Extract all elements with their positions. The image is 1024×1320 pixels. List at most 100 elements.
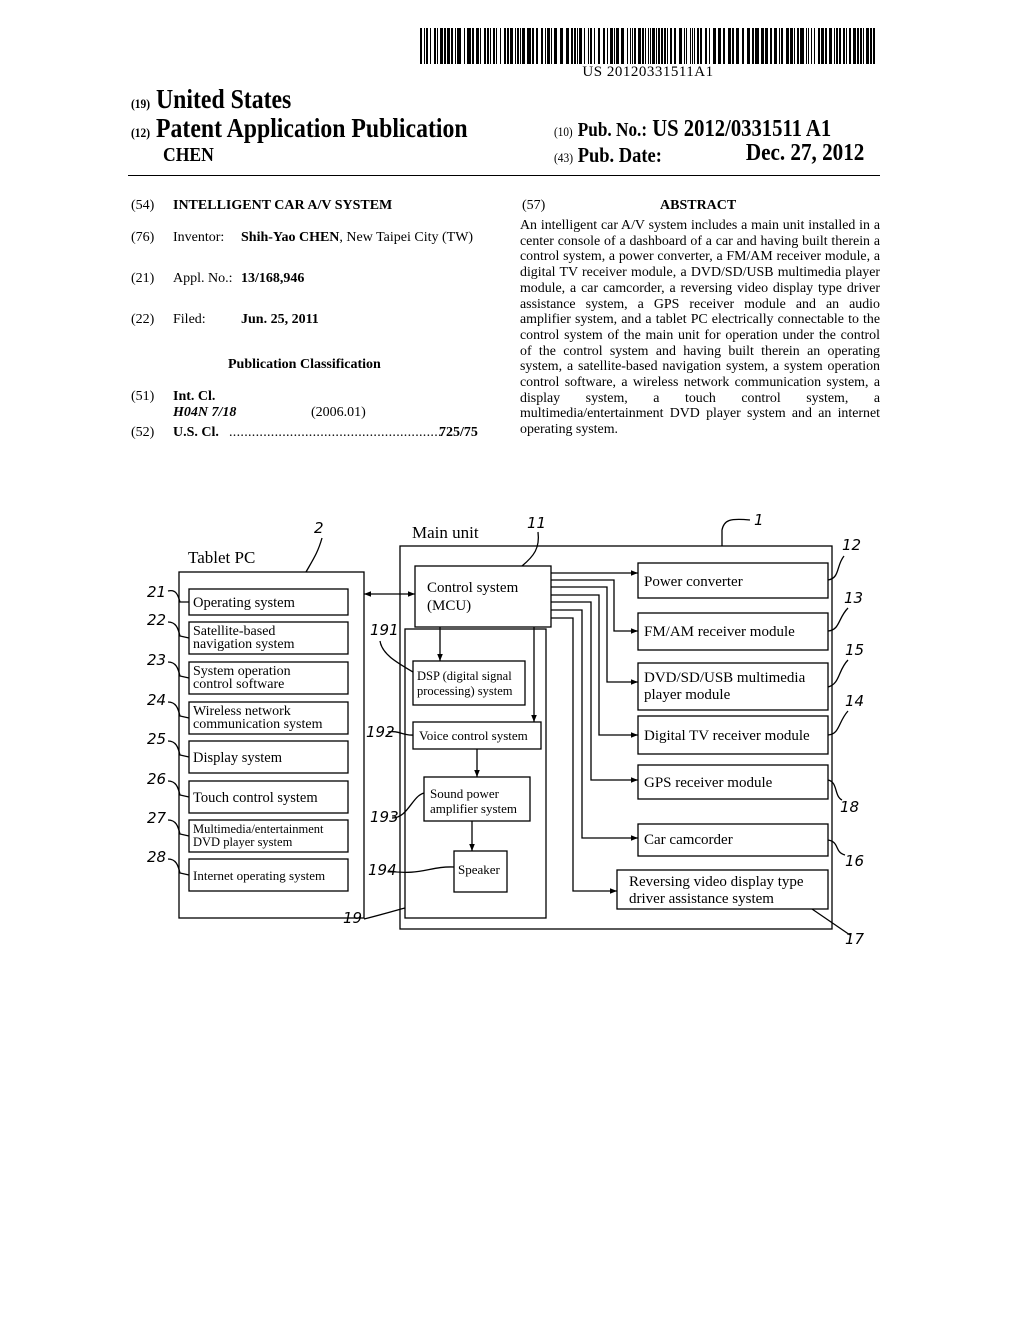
barcode-bar [437, 28, 438, 64]
barcode-bar [588, 28, 589, 64]
barcode-bar [781, 28, 783, 64]
barcode-bar [821, 28, 824, 64]
pub-no-label: Pub. No.: [577, 119, 648, 141]
barcode-bar [723, 28, 725, 64]
barcode-bar [566, 28, 569, 64]
barcode-bar [667, 28, 668, 64]
barcode-bar [686, 28, 687, 64]
barcode-bar [747, 28, 750, 64]
barcode-bar [857, 28, 859, 64]
uscl-value: 725/75 [439, 425, 478, 440]
barcode-bar [765, 28, 768, 64]
barcode-bar [480, 28, 481, 64]
module-label: Power converter [644, 574, 743, 590]
barcode-bar [645, 28, 646, 64]
control-system-box [414, 565, 552, 628]
barcode-bar [648, 28, 649, 64]
uscl-leader-dots: ........................................… [229, 425, 442, 440]
barcode-bar [574, 28, 576, 64]
uscl-label: U.S. Cl. [173, 425, 219, 440]
barcode-bar [752, 28, 754, 64]
barcode-bar [829, 28, 832, 64]
barcode-bar [846, 28, 847, 64]
leader-2 [305, 537, 323, 573]
ref-26: 26 [147, 770, 166, 788]
dsp-box [412, 660, 526, 706]
ref-28: 28 [147, 848, 166, 866]
control-system-label: Control system [427, 580, 519, 596]
barcode-bar [670, 28, 672, 64]
pub-date-line: (43) Pub. Date: Dec. 27, 2012 [554, 140, 880, 168]
tablet-item-label: Display system [193, 750, 283, 766]
barcode-bar [493, 28, 495, 64]
amplifier-label: amplifier system [430, 801, 517, 816]
barcode-bar [863, 28, 864, 64]
barcode-bar [634, 28, 636, 64]
ref-14: 14 [845, 692, 864, 710]
pubtype-code: (12) [131, 125, 151, 140]
ref-22: 22 [147, 611, 166, 629]
barcode-bar [794, 28, 795, 64]
country-code: (19) [131, 96, 151, 111]
barcode-bar [547, 28, 550, 64]
barcode-bar [713, 28, 716, 64]
barcode-bar [455, 28, 456, 64]
barcode-bar [873, 28, 875, 64]
ref-21: 21 [147, 583, 166, 601]
tablet-item-label: Internet operating system [193, 868, 325, 883]
barcode-bar [800, 28, 804, 64]
barcode-bar [755, 28, 759, 64]
barcode-bar [814, 28, 815, 64]
barcode-bar [656, 28, 657, 64]
barcode-bar [522, 28, 525, 64]
control-link-16 [551, 609, 638, 841]
barcode-bar [490, 28, 491, 64]
barcode-bar [504, 28, 506, 64]
barcode-bar [430, 28, 431, 64]
barcode-bar [554, 28, 557, 64]
tablet-item-label: navigation system [193, 637, 295, 652]
appl-number: 13/168,946 [241, 271, 305, 286]
barcode-bar [621, 28, 624, 64]
barcode-bar [843, 28, 845, 64]
barcode-bar [457, 28, 461, 64]
amplifier-label: Sound power [430, 786, 500, 801]
barcode-bar [434, 28, 436, 64]
barcode-bar [736, 28, 739, 64]
ref-18: 18 [840, 798, 859, 816]
barcode-bar [424, 28, 425, 64]
ref-1: 1 [754, 511, 764, 529]
barcode-bar [652, 28, 655, 64]
barcode-bar [467, 28, 471, 64]
module-label: Car camcorder [644, 832, 733, 848]
barcode-bar [496, 28, 497, 64]
ref-23: 23 [147, 651, 166, 669]
barcode-bar [440, 28, 443, 64]
inventor-location: , New Taipei City (TW) [339, 230, 474, 245]
barcode-bar [732, 28, 734, 64]
barcode-bar [679, 28, 682, 64]
intcl-version: (2006.01) [311, 405, 366, 420]
barcode-bar [590, 28, 592, 64]
module-label: driver assistance system [629, 891, 774, 907]
barcode-bar [632, 28, 633, 64]
invention-title: INTELLIGENT CAR A/V SYSTEM [173, 198, 393, 213]
tablet-item-label: Touch control system [193, 790, 318, 806]
barcode-bar [545, 28, 546, 64]
control-link-18 [551, 601, 638, 783]
filed-date: Jun. 25, 2011 [241, 312, 319, 327]
pub-date: Dec. 27, 2012 [745, 140, 865, 166]
barcode-bar [520, 28, 521, 64]
barcode-bar [541, 28, 543, 64]
barcode-bar [630, 28, 631, 64]
filed-label: Filed: [173, 312, 206, 327]
barcode-bar [697, 28, 699, 64]
tablet-item-label: DVD player system [193, 835, 293, 849]
tablet-item-label: Operating system [193, 595, 296, 611]
voice-control-label: Voice control system [419, 728, 528, 743]
barcode-bar [709, 28, 710, 64]
uscl-code: (52) [131, 425, 155, 440]
inventor-surname: CHEN [163, 144, 214, 166]
barcode-bar [451, 28, 453, 64]
leader-15 [827, 659, 849, 688]
